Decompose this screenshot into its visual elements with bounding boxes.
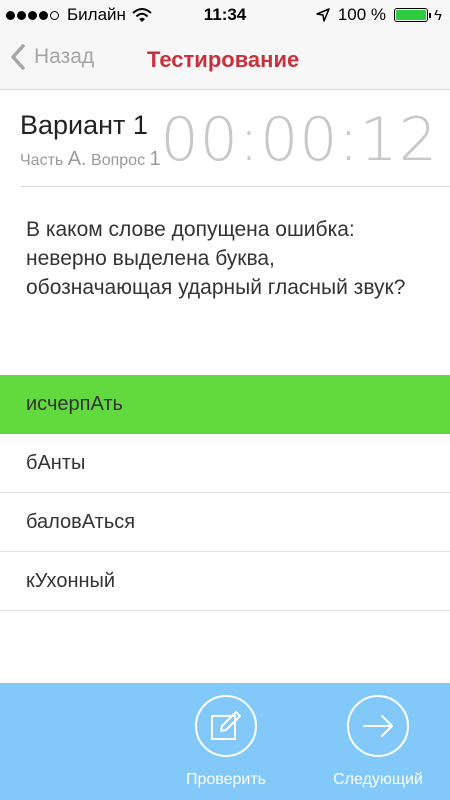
chevron-left-icon [11,44,25,70]
battery-fill [396,10,427,20]
next-button-circle [347,695,409,757]
answer-option[interactable]: кУхонный [0,552,450,611]
divider [20,186,450,187]
part-letter: А. [67,148,87,170]
answer-list: исчерпАть бАнты баловАться кУхонный [0,375,450,611]
question-info: Часть А. Вопрос 1 [20,148,161,171]
battery-cap [429,12,432,18]
battery-icon: ϟ [394,7,442,24]
page-title: Тестирование [147,47,300,72]
navigation-bar: Назад Тестирование [0,30,450,90]
bottom-toolbar: Проверить Следующий [0,683,450,800]
question-prefix: Вопрос [91,152,146,169]
timer: 00:00:12 [160,105,438,175]
back-button[interactable]: Назад [10,44,94,70]
check-button-circle [195,695,257,757]
status-right: 100 % ϟ [316,5,442,25]
answer-label: кУхонный [26,570,116,592]
answer-option[interactable]: исчерпАть [0,375,450,434]
variant-title: Вариант 1 [20,110,148,140]
answer-label: исчерпАть [26,393,123,415]
answer-option[interactable]: баловАться [0,493,450,552]
check-button[interactable]: Проверить [171,695,281,789]
question-text: В каком слове допущена ошибка: неверно в… [26,218,406,299]
arrow-right-icon [363,715,393,737]
part-prefix: Часть [20,152,64,169]
location-arrow-icon [316,8,330,22]
charging-icon: ϟ [434,6,442,24]
question-number: 1 [149,148,161,170]
battery-body [394,8,429,22]
answer-label: бАнты [26,452,86,474]
back-button-label: Назад [34,45,95,68]
next-button[interactable]: Следующий [323,695,433,789]
battery-percent: 100 % [337,5,387,24]
edit-icon [211,711,241,740]
answer-label: баловАться [26,511,136,533]
answer-option[interactable]: бАнты [0,434,450,493]
check-button-label: Проверить [185,771,266,788]
next-button-label: Следующий [333,771,423,788]
status-bar: Билайн 11:34 100 % ϟ [0,0,450,30]
